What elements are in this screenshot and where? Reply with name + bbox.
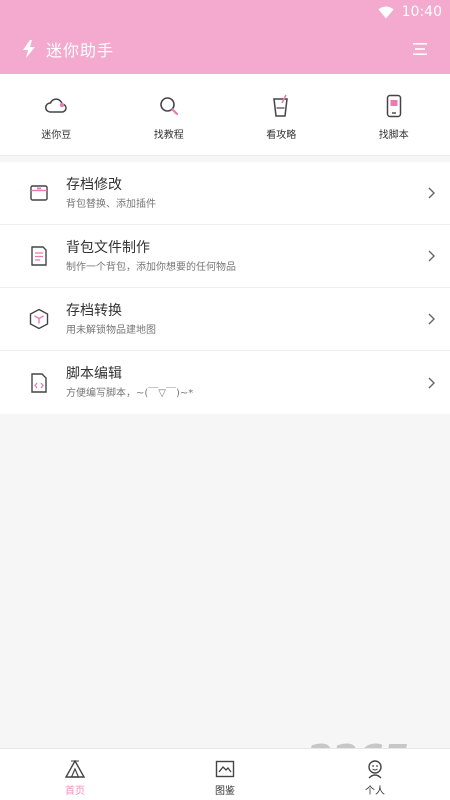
shortcut-tutorial[interactable]: 找教程 [113, 74, 226, 155]
shortcut-mini-bean[interactable]: 迷你豆 [0, 74, 113, 155]
list-item-title: 存档修改 [66, 176, 122, 193]
chevron-right-icon [426, 376, 436, 390]
lightning-icon [22, 40, 36, 58]
shortcut-label: 看攻略 [266, 130, 297, 141]
shortcut-guide[interactable]: 看攻略 [225, 74, 338, 155]
list-item-save-convert[interactable]: 存档转换 用未解锁物品建地图 [0, 288, 450, 351]
shortcut-label: 迷你豆 [41, 130, 72, 141]
list-item-backpack-file[interactable]: 背包文件制作 制作一个背包，添加你想要的任何物品 [0, 225, 450, 288]
list-item-subtitle: 制作一个背包，添加你想要的任何物品 [66, 261, 236, 273]
shortcut-bar: 迷你豆 找教程 看攻略 找脚本 [0, 74, 450, 156]
chevron-right-icon [426, 249, 436, 263]
menu-icon[interactable] [412, 42, 428, 56]
app-title: 迷你助手 [46, 41, 115, 60]
list-item-script-edit[interactable]: 脚本编辑 方便编写脚本，~(￣▽￣)~* [0, 351, 450, 414]
status-bar: 10:40 [0, 0, 450, 24]
app-bar: 迷你助手 [0, 24, 450, 74]
cloud-icon [44, 94, 68, 118]
nav-gallery[interactable]: 图鉴 [150, 749, 300, 800]
list-item-title: 脚本编辑 [66, 366, 122, 382]
nav-label: 首页 [65, 786, 85, 797]
chevron-right-icon [426, 186, 436, 200]
shortcut-label: 找教程 [153, 130, 184, 141]
phone-icon [382, 94, 406, 118]
person-icon [365, 759, 385, 779]
document-icon [28, 245, 50, 267]
box-icon [28, 182, 50, 204]
status-time: 10:40 [401, 4, 442, 20]
shortcut-label: 找脚本 [378, 130, 409, 141]
list-item-title: 背包文件制作 [66, 239, 150, 256]
image-icon [215, 759, 235, 779]
code-file-icon [28, 372, 50, 394]
wifi-icon [378, 6, 394, 19]
list-item-subtitle: 用未解锁物品建地图 [66, 324, 156, 336]
nav-profile[interactable]: 个人 [300, 749, 450, 800]
chevron-right-icon [426, 312, 436, 326]
cube-icon [28, 308, 50, 330]
nav-label: 个人 [365, 786, 385, 797]
list-item-subtitle: 方便编写脚本，~(￣▽￣)~* [66, 388, 194, 399]
tent-icon [65, 759, 85, 779]
list-item-title: 存档转换 [66, 302, 122, 319]
shortcut-script[interactable]: 找脚本 [338, 74, 450, 155]
nav-label: 图鉴 [215, 786, 235, 797]
list-item-subtitle: 背包替换、添加插件 [66, 198, 156, 210]
nav-home[interactable]: 首页 [0, 749, 150, 800]
search-icon [157, 94, 181, 118]
bottom-nav: 首页 图鉴 个人 [0, 748, 450, 800]
cup-icon [269, 94, 293, 118]
feature-list: 存档修改 背包替换、添加插件 背包文件制作 制作一个背包，添加你想要的任何物品 [0, 162, 450, 414]
list-item-save-modify[interactable]: 存档修改 背包替换、添加插件 [0, 162, 450, 225]
